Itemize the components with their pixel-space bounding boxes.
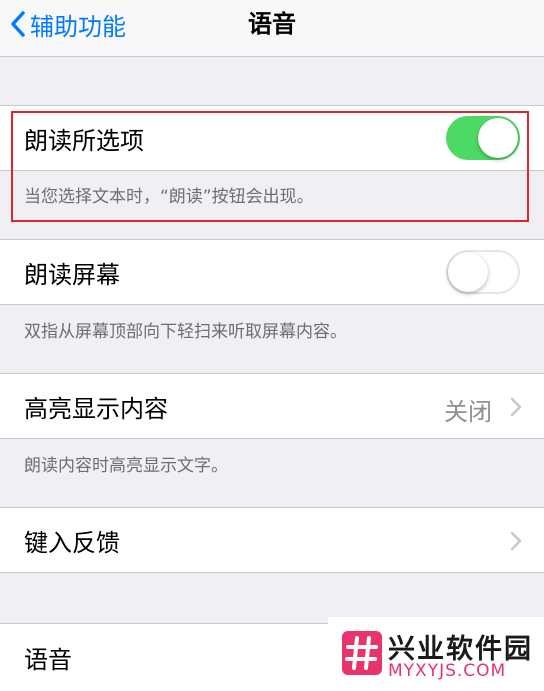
speak-screen-row: 朗读屏幕 [0,239,544,305]
page-title: 语音 [248,10,296,38]
watermark: 兴业软件园 MYXYJS.COM [328,617,544,691]
navigation-bar: 辅助功能 语音 [0,0,544,57]
toggle-knob [478,118,518,158]
highlight-content-footer: 朗读内容时高亮显示文字。 [24,456,228,476]
highlight-content-row[interactable]: 高亮显示内容 关闭 [0,373,544,439]
chevron-right-icon [510,531,522,551]
speak-selection-footer: 当您选择文本时，“朗读”按钮会出现。 [24,187,314,207]
highlight-content-value: 关闭 [444,398,492,426]
speak-selection-label: 朗读所选项 [24,126,144,155]
highlight-content-label: 高亮显示内容 [24,394,168,423]
speak-selection-toggle[interactable] [446,116,520,160]
speak-screen-toggle[interactable] [446,250,520,294]
speak-screen-footer: 双指从屏幕顶部向下轻扫来听取屏幕内容。 [24,322,347,342]
chevron-right-icon [510,397,522,417]
typing-feedback-row[interactable]: 键入反馈 [0,507,544,573]
toggle-knob [448,252,488,292]
voices-label: 语音 [24,646,72,674]
speak-selection-row: 朗读所选项 [0,105,544,171]
speak-screen-label: 朗读屏幕 [24,260,120,289]
watermark-url: MYXYJS.COM [388,661,507,681]
hash-logo-icon [342,631,382,675]
typing-feedback-label: 键入反馈 [24,528,120,557]
